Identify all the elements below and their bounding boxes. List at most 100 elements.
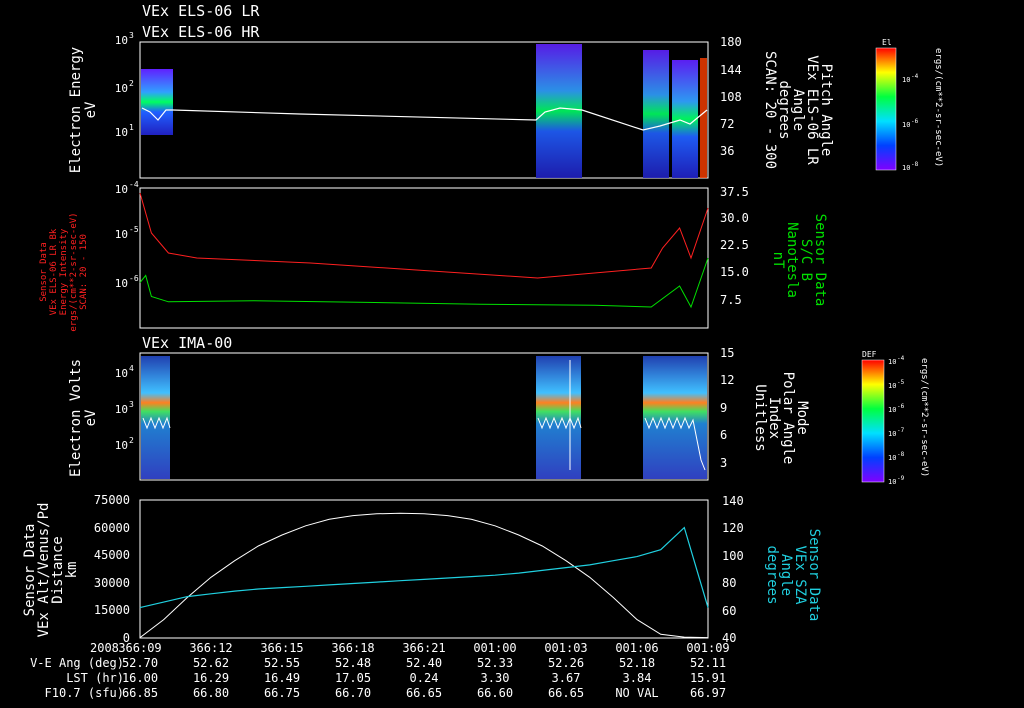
p2-ytick-exp-1: -4 <box>129 180 139 189</box>
x-table-value: 52.48 <box>335 656 371 670</box>
p3-ytick-exp-2: 3 <box>129 400 134 409</box>
x-table-value: 52.33 <box>477 656 513 670</box>
panel3-frame <box>139 352 709 481</box>
panel-electron-volts: VEx IMA-00 10 10 10 4 3 2 Electron Volts… <box>68 334 929 486</box>
p2-ytick-exp-3: -6 <box>129 274 139 283</box>
panel1-spectrogram-block-3 <box>643 50 669 178</box>
p2-ylabel-line3: Energy Intensity <box>59 228 69 315</box>
x-axis-table: 2008 V-E Ang (deg) LST (hr) F10.7 (sfu) … <box>30 641 730 700</box>
p1-rtick-108: 108 <box>720 90 742 104</box>
x-tick-label: 001:09 <box>686 641 729 655</box>
p1-colorbar <box>875 47 897 171</box>
x-table-value: 66.75 <box>264 686 300 700</box>
p2-rtick-7.5: 7.5 <box>720 293 742 307</box>
p1-rlabel-line5: SCAN: 20 - 300 <box>762 51 778 169</box>
p3-cbar-tick-4: 10 <box>888 430 896 438</box>
p4-rtick-60: 60 <box>722 604 736 618</box>
x-tick-label: 001:06 <box>615 641 658 655</box>
x-table-value: 52.55 <box>264 656 300 670</box>
panel3-spectrogram-block-1 <box>141 356 170 479</box>
p1-cbar-tick-2: 10 <box>902 121 910 129</box>
p4-rtick-140: 140 <box>722 494 744 508</box>
p4-ytick-60000: 60000 <box>94 521 130 535</box>
p2-ylabel-line4: ergs/(cm**2-sr-sec-eV) <box>69 212 79 331</box>
p3-ytick-1: 10 <box>115 367 128 380</box>
p3-cbar-tick-3: 10 <box>888 406 896 414</box>
p3-colorbar-title: DEF <box>862 350 877 359</box>
header-title-lr: VEx ELS-06 LR <box>142 2 260 20</box>
p3-colorbar <box>861 359 885 483</box>
p2-ylabel-line2: VEx ELS-06 LR Bk <box>49 228 59 315</box>
x-table-value: 52.70 <box>122 656 158 670</box>
p4-ytick-15000: 15000 <box>94 603 130 617</box>
p3-cbar-tick-6: 10 <box>888 478 896 486</box>
x-table-value: 52.11 <box>690 656 726 670</box>
panel1-spectrogram-block-1 <box>141 69 173 135</box>
x-table-value: 66.60 <box>477 686 513 700</box>
p1-cbar-exp-1: -4 <box>911 73 919 80</box>
panel4-frame <box>139 499 709 639</box>
x-table-value: 66.65 <box>406 686 442 700</box>
x-table-value: 52.62 <box>193 656 229 670</box>
p3-ylabel-line2: eV <box>83 409 99 426</box>
p2-ytick-exp-2: -5 <box>129 225 139 234</box>
x-tick-label: 366:18 <box>331 641 374 655</box>
p1-ytick-1: 10 <box>115 126 128 139</box>
panel1-pitch-angle-line <box>141 107 708 131</box>
p1-colorbar-units: ergs/(cm**2-sr-sec-eV) <box>933 48 943 167</box>
p1-ylabel-line2: eV <box>83 101 99 118</box>
p3-ytick-3: 10 <box>115 439 128 452</box>
p3-colorbar-units: ergs/(cm**2-sr-sec-eV) <box>919 358 929 477</box>
p1-cbar-tick-1: 10 <box>902 76 910 84</box>
p2-ytick-3: 10 <box>115 277 128 290</box>
p4-ytick-45000: 45000 <box>94 548 130 562</box>
row-label-ve-ang: V-E Ang (deg) <box>30 656 124 670</box>
panel3-spectrogram-block-2 <box>536 356 581 479</box>
x-table-value: 66.70 <box>335 686 371 700</box>
p3-cbar-exp-6: -9 <box>897 475 905 482</box>
x-table-value: 15.91 <box>690 671 726 685</box>
p4-rtick-80: 80 <box>722 576 736 590</box>
p3-ytick-2: 10 <box>115 403 128 416</box>
p1-rtick-72: 72 <box>720 117 734 131</box>
x-table-value: 66.97 <box>690 686 726 700</box>
panel4-distance-line <box>139 512 709 639</box>
panel2-energy-intensity-line <box>139 192 709 279</box>
p1-ylabel-line1: Electron Energy <box>68 47 84 173</box>
panel2-sc-b-line <box>139 257 709 309</box>
x-table-value: 66.80 <box>193 686 229 700</box>
panel1-spectrogram-block-2 <box>536 44 582 178</box>
p3-title: VEx IMA-00 <box>142 334 232 352</box>
header-title-hr: VEx ELS-06 HR <box>142 23 260 41</box>
p3-cbar-tick-2: 10 <box>888 382 896 390</box>
x-tick-label: 366:21 <box>402 641 445 655</box>
p1-cbar-exp-2: -6 <box>911 118 919 125</box>
p2-rtick-22.5: 22.5 <box>720 238 749 252</box>
x-tick-label: 001:00 <box>473 641 516 655</box>
p3-ytick-exp-1: 4 <box>129 364 134 373</box>
x-table-value: 3.84 <box>623 671 652 685</box>
p2-ytick-2: 10 <box>115 228 128 241</box>
x-tick-label: 366:09 <box>118 641 161 655</box>
p1-ytick-exp-2: 2 <box>129 79 134 88</box>
p2-ylabel-line1: Sensor Data <box>39 242 49 302</box>
x-table-value: 3.30 <box>481 671 510 685</box>
p3-cbar-exp-1: -4 <box>897 355 905 362</box>
p1-colorbar-title: El <box>882 38 892 47</box>
p3-rlabel-line4: Unitless <box>752 384 768 451</box>
panel-energy-intensity: 10 10 10 -4 -5 -6 Sensor Data VEx ELS-06… <box>39 180 828 332</box>
row-label-f107: F10.7 (sfu) <box>45 686 124 700</box>
p3-cbar-exp-4: -7 <box>897 427 905 434</box>
panel3-spectrogram-block-3 <box>643 356 707 479</box>
x-table-value: 17.05 <box>335 671 371 685</box>
p1-rtick-180: 180 <box>720 35 742 49</box>
p2-rtick-30: 30.0 <box>720 211 749 225</box>
x-axis-year: 2008 <box>90 641 119 655</box>
p3-cbar-exp-5: -8 <box>897 451 905 458</box>
p3-cbar-tick-5: 10 <box>888 454 896 462</box>
p3-cbar-exp-3: -6 <box>897 403 905 410</box>
panel2-frame <box>139 187 709 329</box>
x-table-value: 66.85 <box>122 686 158 700</box>
panel1-spectrogram-block-4 <box>672 60 698 178</box>
x-table-value: 16.00 <box>122 671 158 685</box>
